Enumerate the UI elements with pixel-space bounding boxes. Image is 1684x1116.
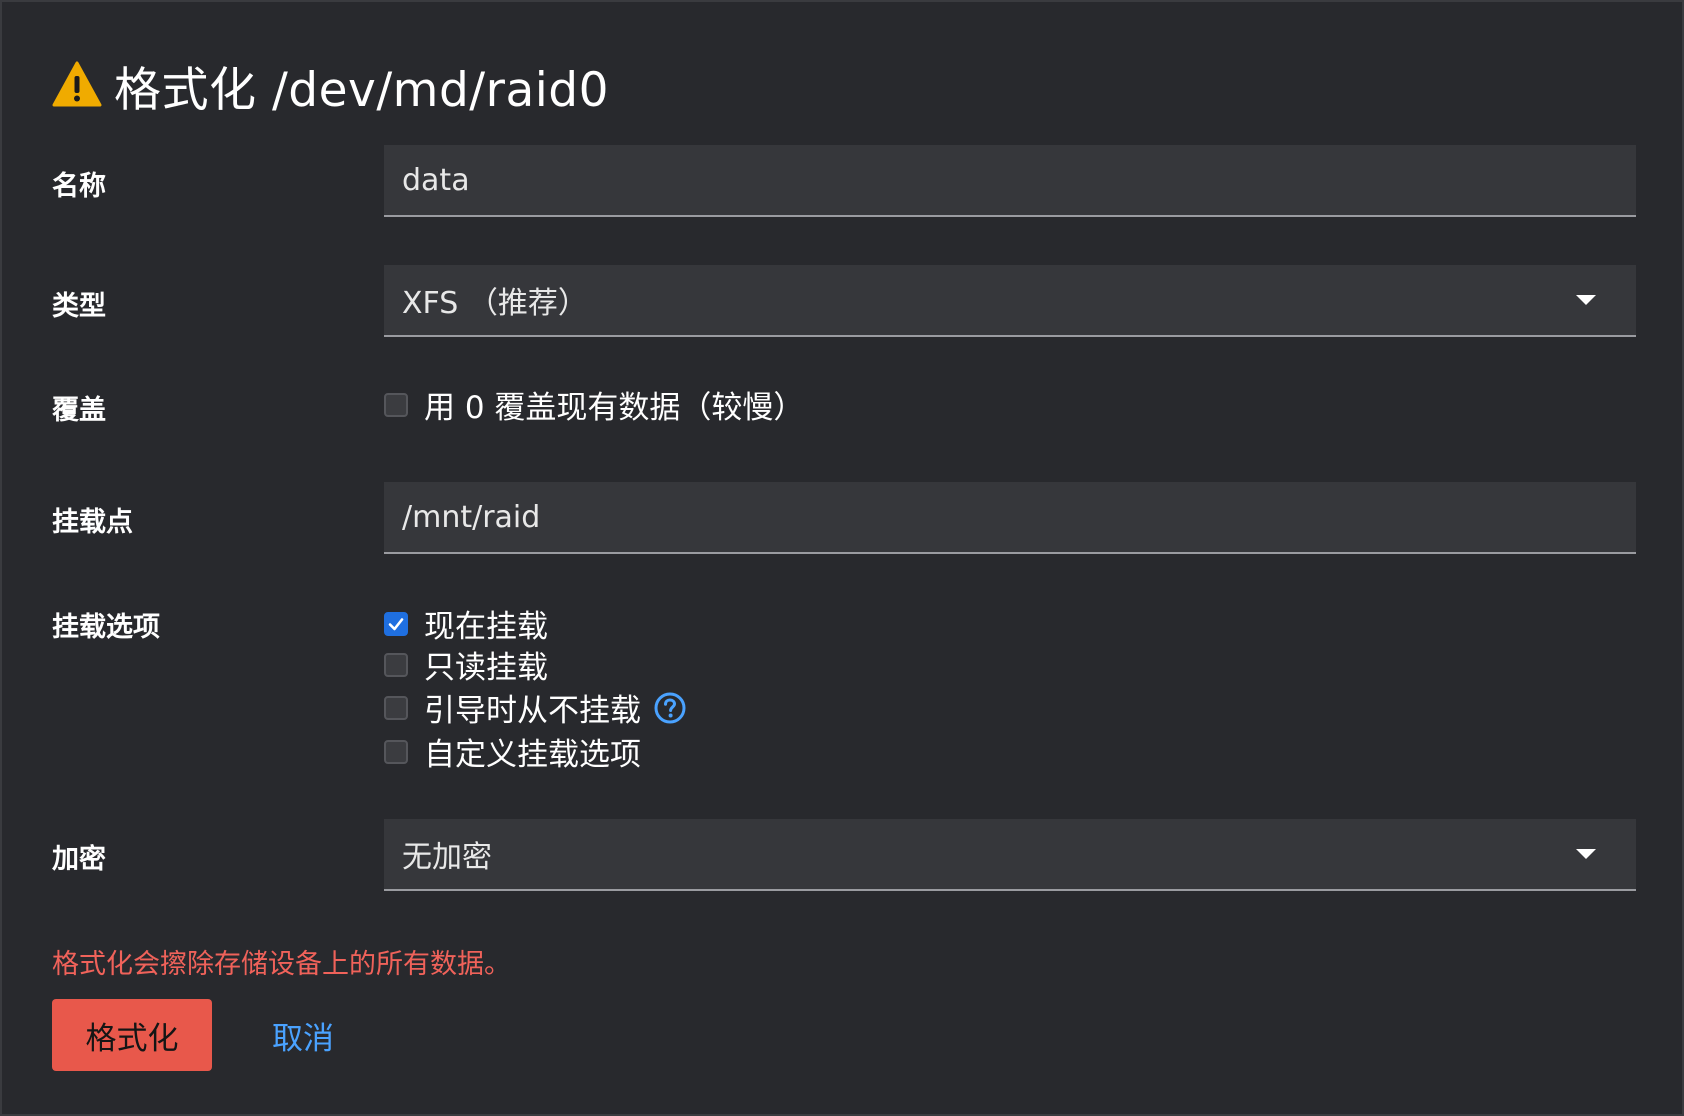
overwrite-checkbox[interactable] bbox=[384, 392, 408, 417]
cancel-button[interactable]: 取消 bbox=[272, 999, 334, 1071]
encryption-select[interactable]: 无加密 bbox=[384, 819, 1636, 891]
custom-mount-options-label: 自定义挂载选项 bbox=[424, 737, 641, 773]
mount-now-label: 现在挂载 bbox=[424, 609, 548, 645]
name-label: 名称 bbox=[52, 171, 106, 202]
mount-point-label: 挂载点 bbox=[52, 507, 133, 538]
chevron-down-icon bbox=[1576, 849, 1596, 859]
type-label: 类型 bbox=[52, 291, 106, 322]
mount-now-checkbox[interactable] bbox=[384, 611, 408, 636]
format-dialog: 格式化 /dev/md/raid0 名称 类型 XFS （推荐） 覆盖 用 0 … bbox=[0, 0, 1684, 1116]
mount-point-input[interactable] bbox=[384, 482, 1636, 554]
encryption-select-value: 无加密 bbox=[402, 840, 492, 875]
never-mount-at-boot-checkbox[interactable] bbox=[384, 695, 408, 720]
overwrite-checkbox-row[interactable]: 用 0 覆盖现有数据（较慢） bbox=[384, 382, 804, 427]
custom-mount-options-checkbox[interactable] bbox=[384, 739, 408, 764]
help-circle-icon[interactable] bbox=[653, 691, 687, 725]
warning-icon bbox=[52, 60, 102, 110]
dialog-title: 格式化 /dev/md/raid0 bbox=[114, 62, 610, 118]
never-mount-at-boot-row[interactable]: 引导时从不挂载 bbox=[384, 685, 687, 730]
dialog-header: 格式化 /dev/md/raid0 bbox=[52, 50, 609, 120]
mount-options-label: 挂载选项 bbox=[52, 612, 160, 643]
mount-readonly-row[interactable]: 只读挂载 bbox=[384, 642, 548, 687]
mount-now-row[interactable]: 现在挂载 bbox=[384, 601, 548, 646]
check-icon bbox=[388, 617, 404, 630]
format-warning-text: 格式化会擦除存储设备上的所有数据。 bbox=[52, 949, 511, 980]
custom-mount-options-row[interactable]: 自定义挂载选项 bbox=[384, 729, 641, 774]
type-select[interactable]: XFS （推荐） bbox=[384, 265, 1636, 337]
never-mount-at-boot-label: 引导时从不挂载 bbox=[424, 693, 641, 729]
type-select-value: XFS （推荐） bbox=[402, 286, 588, 321]
chevron-down-icon bbox=[1576, 295, 1596, 305]
overwrite-label: 覆盖 bbox=[52, 395, 106, 426]
name-input[interactable] bbox=[384, 145, 1636, 217]
mount-readonly-label: 只读挂载 bbox=[424, 650, 548, 686]
format-button[interactable]: 格式化 bbox=[52, 999, 212, 1071]
encryption-label: 加密 bbox=[52, 844, 106, 875]
mount-readonly-checkbox[interactable] bbox=[384, 652, 408, 677]
overwrite-checkbox-label: 用 0 覆盖现有数据（较慢） bbox=[424, 390, 805, 426]
